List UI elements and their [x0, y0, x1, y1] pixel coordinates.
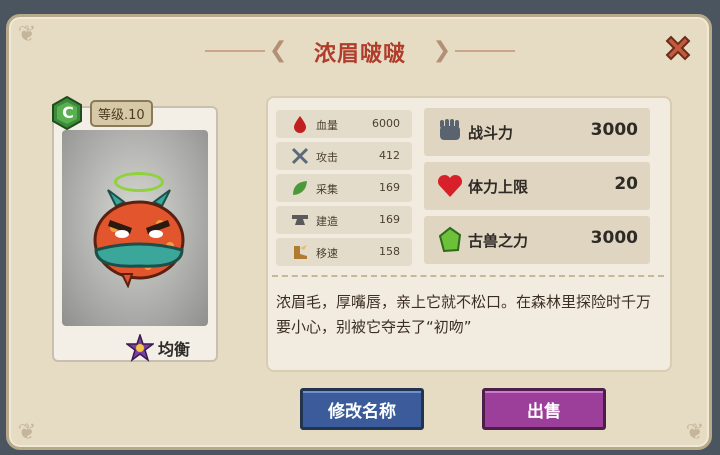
stat-label: 体力上限 [468, 178, 529, 196]
green-gem-icon [438, 226, 462, 253]
title-divider [455, 50, 515, 52]
stat-value: 3000 [590, 120, 638, 140]
grade-letter: C [62, 103, 74, 122]
dialog-title: 浓眉啵啵 [313, 42, 406, 67]
creature-description: 浓眉毛，厚嘴唇，亲上它就不松口。在森林里探险时千万要小心，别被它夺去了“初吻” [276, 293, 652, 336]
stat-row-power: 战斗力 3000 [424, 108, 650, 156]
crossed-swords-icon [291, 147, 309, 165]
divider [272, 275, 664, 277]
stat-row-build: 建造 169 [276, 206, 412, 234]
close-button[interactable] [660, 30, 696, 66]
stat-label: 血量 [316, 119, 338, 132]
stat-label: 移速 [316, 247, 338, 260]
dialog-title-bar: ❮ 浓眉啵啵 ❯ [205, 34, 515, 68]
stat-value: 169 [379, 213, 400, 226]
stat-label: 采集 [316, 183, 338, 196]
creature-portrait-icon [93, 189, 185, 288]
stat-value: 169 [379, 181, 400, 194]
stat-value: 158 [379, 245, 400, 258]
trait-label: 均衡 [158, 340, 191, 359]
close-icon [665, 35, 691, 61]
stat-row-stamina: 体力上限 20 [424, 162, 650, 210]
stat-row-attack: 攻击 412 [276, 142, 412, 170]
stat-row-speed: 移速 158 [276, 238, 412, 266]
level-badge: 等级.10 [90, 100, 153, 127]
stat-label: 攻击 [316, 151, 338, 164]
corner-ornament-icon: ❦ [685, 420, 705, 445]
anvil-icon [292, 215, 308, 225]
stat-value: 20 [614, 174, 638, 194]
stat-label: 古兽之力 [468, 232, 529, 250]
creature-card: C 等级.10 均衡 [46, 96, 224, 368]
stat-label: 建造 [316, 215, 338, 228]
leaf-icon [293, 181, 307, 195]
corner-ornament-icon: ❦ [17, 420, 37, 445]
stat-value: 3000 [590, 228, 638, 248]
title-ornament-icon: ❮ [269, 38, 288, 63]
winged-boot-icon [294, 245, 307, 259]
heart-icon [437, 174, 463, 197]
stat-row-hp: 血量 6000 [276, 110, 412, 138]
stat-value: 6000 [372, 117, 400, 130]
balance-star-icon [126, 334, 154, 362]
sell-button[interactable]: 出售 [482, 388, 606, 430]
blood-drop-icon [294, 116, 306, 133]
title-ornament-icon: ❯ [432, 38, 451, 63]
corner-ornament-icon: ❦ [17, 22, 37, 47]
rename-button[interactable]: 修改名称 [300, 388, 424, 430]
trait-label-group: 均衡 [126, 334, 190, 362]
stat-row-ancient-power: 古兽之力 3000 [424, 216, 650, 264]
fist-icon [440, 119, 460, 140]
stat-value: 412 [379, 149, 400, 162]
stat-row-gather: 采集 169 [276, 174, 412, 202]
stat-label: 战斗力 [468, 124, 514, 142]
title-divider [205, 50, 265, 52]
